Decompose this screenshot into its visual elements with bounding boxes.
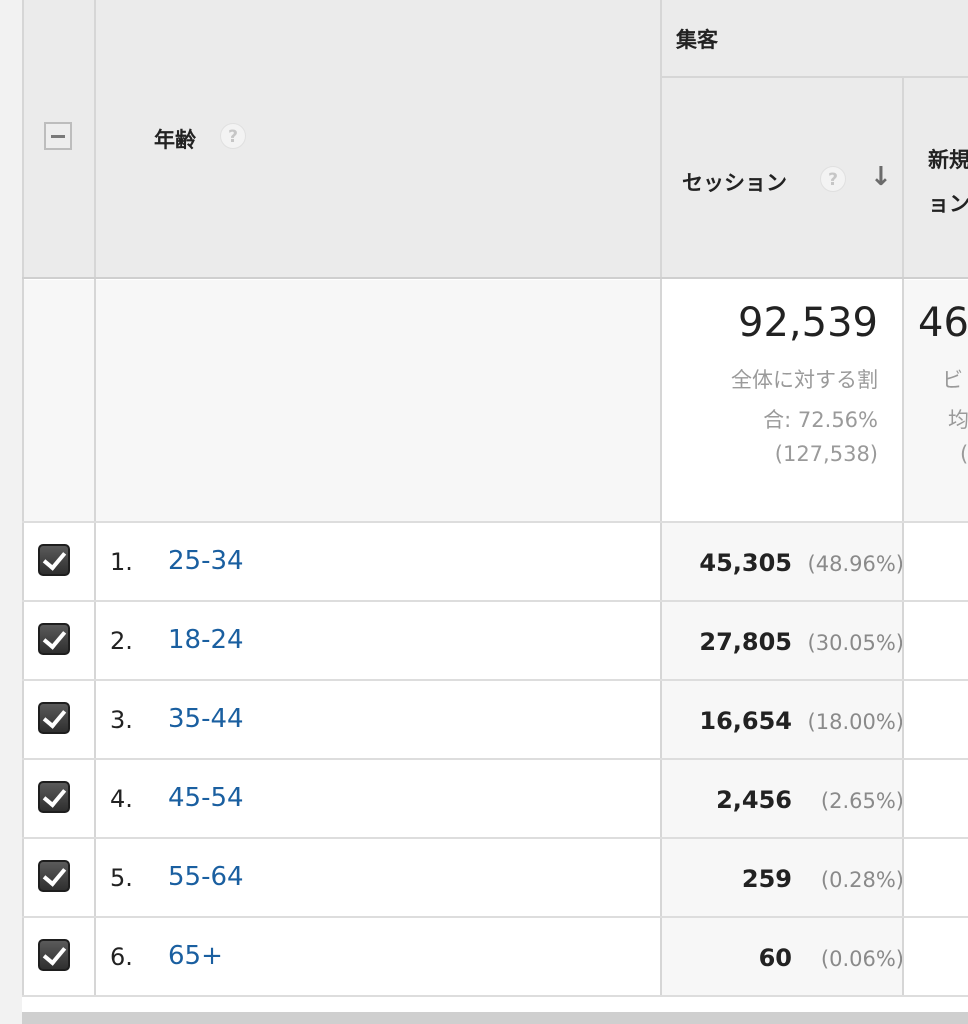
group-header-underline xyxy=(660,76,968,78)
new-sessions-sub-line3: ( xyxy=(960,442,968,466)
age-link[interactable]: 55-64 xyxy=(168,862,244,892)
sessions-header[interactable]: セッション xyxy=(682,167,787,197)
table-row: 5. 55-64 259 (0.28%) xyxy=(22,838,968,917)
row-rank: 2. xyxy=(110,627,133,655)
age-link[interactable]: 45-54 xyxy=(168,783,244,813)
table-row: 6. 65+ 60 (0.06%) xyxy=(22,917,968,996)
column-divider xyxy=(94,0,96,996)
row-checkbox[interactable] xyxy=(38,860,70,892)
row-checkbox[interactable] xyxy=(38,623,70,655)
sessions-value: 16,654 xyxy=(699,707,792,735)
sessions-value: 259 xyxy=(741,865,792,893)
table-row: 3. 35-44 16,654 (18.00%) xyxy=(22,680,968,759)
row-rank: 4. xyxy=(110,785,133,813)
row-rank: 6. xyxy=(110,943,133,971)
new-sessions-header-line1[interactable]: 新規 xyxy=(928,144,968,174)
row-divider xyxy=(22,995,968,997)
arrow-down-icon[interactable]: ↓ xyxy=(870,162,892,192)
sessions-percent: (48.96%) xyxy=(807,552,904,576)
column-divider xyxy=(22,0,24,996)
select-all-checkbox[interactable] xyxy=(44,122,72,150)
help-icon[interactable]: ? xyxy=(820,166,846,192)
table-row: 1. 25-34 45,305 (48.96%) xyxy=(22,522,968,601)
sessions-value: 60 xyxy=(758,944,792,972)
dimension-header[interactable]: 年齢 xyxy=(154,124,196,154)
column-divider xyxy=(902,78,904,996)
sessions-percent: (0.06%) xyxy=(820,947,904,971)
table-row: 2. 18-24 27,805 (30.05%) xyxy=(22,601,968,680)
age-link[interactable]: 18-24 xyxy=(168,625,244,655)
row-rank: 1. xyxy=(110,548,133,576)
age-link[interactable]: 35-44 xyxy=(168,704,244,734)
new-sessions-total: 46 xyxy=(918,300,968,346)
sessions-percent: (18.00%) xyxy=(807,710,904,734)
header-bottom-border xyxy=(22,277,968,279)
sessions-percent: (2.65%) xyxy=(820,789,904,813)
sessions-total: 92,539 xyxy=(738,300,878,346)
row-divider xyxy=(22,521,968,523)
column-divider xyxy=(660,0,662,996)
new-sessions-header-line2[interactable]: ョン xyxy=(928,188,968,218)
sessions-value: 27,805 xyxy=(699,628,792,656)
sessions-total-pct-line2: 合: 72.56% xyxy=(763,408,878,432)
sessions-percent: (30.05%) xyxy=(807,631,904,655)
sessions-value: 2,456 xyxy=(716,786,792,814)
new-sessions-sub-line1: ビ xyxy=(942,368,963,392)
new-sessions-sub-line2: 均 xyxy=(948,408,968,432)
row-checkbox[interactable] xyxy=(38,781,70,813)
horizontal-scrollbar[interactable] xyxy=(22,1012,968,1024)
sessions-percent: (0.28%) xyxy=(820,868,904,892)
help-icon[interactable]: ? xyxy=(220,123,246,149)
row-rank: 3. xyxy=(110,706,133,734)
left-gutter xyxy=(0,0,22,1024)
table-row: 4. 45-54 2,456 (2.65%) xyxy=(22,759,968,838)
row-rank: 5. xyxy=(110,864,133,892)
sessions-total-pct-line1: 全体に対する割 xyxy=(731,368,878,392)
row-divider xyxy=(22,679,968,681)
row-divider xyxy=(22,600,968,602)
summary-row-label-cell xyxy=(22,280,660,522)
row-checkbox[interactable] xyxy=(38,702,70,734)
row-checkbox[interactable] xyxy=(38,939,70,971)
age-link[interactable]: 65+ xyxy=(168,941,223,971)
sessions-value: 45,305 xyxy=(699,549,792,577)
row-divider xyxy=(22,916,968,918)
report-table: 年齢 ? 集客 セッション ? ↓ 新規 ョン 92,539 全体に対する割 合… xyxy=(22,0,968,1000)
group-header-acquisition: 集客 xyxy=(676,28,718,52)
sessions-total-pct-line3: (127,538) xyxy=(774,442,878,466)
row-divider xyxy=(22,837,968,839)
row-divider xyxy=(22,758,968,760)
age-link[interactable]: 25-34 xyxy=(168,546,244,576)
row-checkbox[interactable] xyxy=(38,544,70,576)
